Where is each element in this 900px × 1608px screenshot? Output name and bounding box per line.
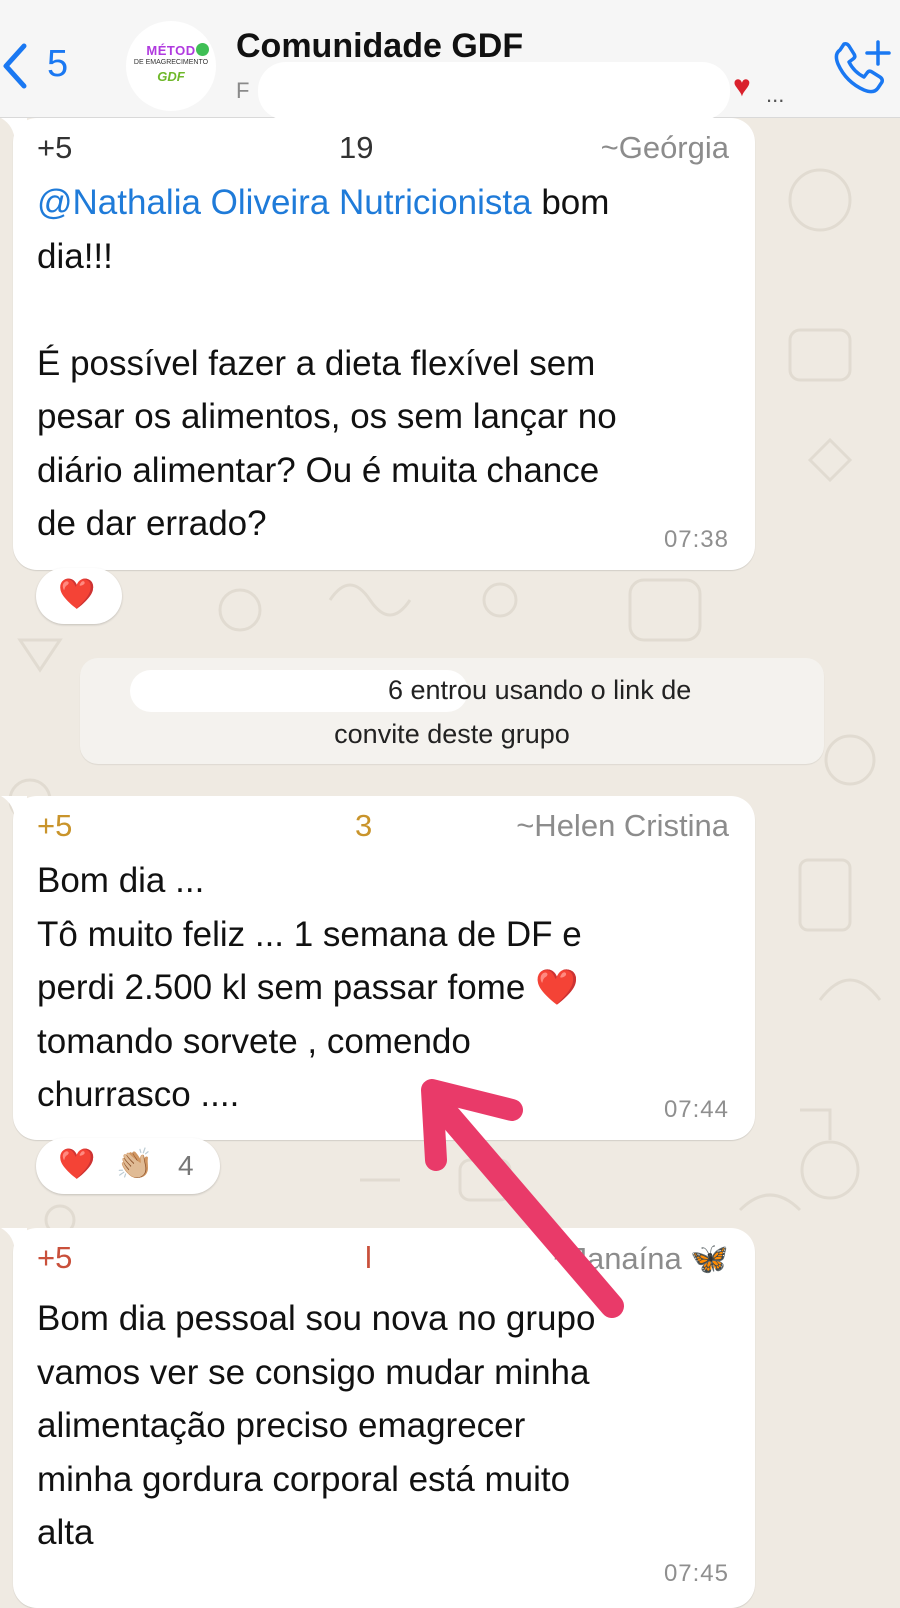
message-text-body: dia!!! É possível fazer a dieta flexível… <box>37 236 617 544</box>
system-message: 6 entrou usando o link de convite deste … <box>80 658 824 764</box>
sender-phone-end: l <box>365 1240 372 1275</box>
message-time: 07:38 <box>663 526 729 553</box>
reaction-pill[interactable]: ❤️ <box>36 568 122 624</box>
message-text: @Nathalia Oliveira Nutricionista bom dia… <box>37 176 735 551</box>
group-title[interactable]: Comunidade GDF <box>236 27 523 66</box>
sender-row: +5 3 ~Helen Cristina <box>37 808 729 850</box>
bubble-tail <box>1 1228 27 1254</box>
system-message-line2: convite deste grupo <box>334 719 570 749</box>
clap-reaction-icon: 👏🏼 <box>116 1148 154 1181</box>
reaction-pill[interactable]: ❤️ 👏🏼 4 <box>36 1138 220 1194</box>
bubble-tail <box>1 118 27 144</box>
bubble-tail <box>1 796 27 822</box>
redaction-mark <box>258 62 730 120</box>
heart-reaction-icon: ❤️ <box>58 578 96 611</box>
sender-alias: ~Geórgia <box>600 130 729 165</box>
heart-reaction-icon: ❤️ <box>58 1148 96 1181</box>
message-text-part: bom <box>531 183 610 222</box>
message-text: Bom dia ... Tô muito feliz ... 1 semana … <box>37 861 582 1114</box>
message-bubble[interactable]: +5 l ~Janaína 🦋 Bom dia pessoal sou nova… <box>1 1228 755 1608</box>
message-time: 07:44 <box>663 1096 729 1123</box>
system-message-line1-text: 6 entrou usando o link de <box>388 675 692 705</box>
sender-phone[interactable]: +5 <box>37 808 72 844</box>
message-bubble[interactable]: +5 3 ~Helen Cristina Bom dia ... Tô muit… <box>1 796 755 1140</box>
back-button[interactable]: 5 <box>0 36 85 96</box>
unread-count: 5 <box>47 43 69 85</box>
mention-link[interactable]: @Nathalia Oliveira Nutricionista <box>37 183 532 222</box>
sender-phone-end: 3 <box>355 808 373 843</box>
heart-icon: ♥ <box>733 70 751 103</box>
sender-phone-end: 19 <box>339 130 374 165</box>
chat-header: 5 MÉTOD DE EMAGRECIMENTO GDF Comunidade … <box>0 0 900 120</box>
sender-row: +5 19 ~Geórgia <box>37 130 729 172</box>
sender-phone[interactable]: +5 <box>37 130 72 166</box>
sender-phone[interactable]: +5 <box>37 1240 72 1276</box>
message-time: 07:45 <box>663 1560 729 1587</box>
message-text: Bom dia pessoal sou nova no grupo vamos … <box>37 1299 596 1552</box>
sender-row: +5 l ~Janaína 🦋 <box>37 1240 729 1282</box>
logo-brand: GDF <box>157 69 185 84</box>
subtitle-ellipsis: ... <box>766 82 785 107</box>
redaction-mark <box>77 1240 387 1280</box>
sender-alias-text: ~Janaína <box>553 1241 682 1276</box>
sender-alias: ~Janaína 🦋 <box>553 1240 729 1277</box>
logo-dot-icon <box>196 43 209 56</box>
group-avatar[interactable]: MÉTOD DE EMAGRECIMENTO GDF <box>126 21 216 111</box>
chevron-left-icon <box>3 43 27 89</box>
logo-subtext: DE EMAGRECIMENTO <box>133 59 209 66</box>
group-subtitle: F <box>236 78 250 103</box>
sender-alias: ~Helen Cristina <box>516 808 729 843</box>
system-message-line1: 6 entrou usando o link de <box>80 668 824 712</box>
reaction-count: 4 <box>178 1150 194 1181</box>
butterfly-icon: 🦋 <box>690 1241 729 1276</box>
add-call-icon[interactable] <box>826 36 900 96</box>
message-bubble[interactable]: +5 19 ~Geórgia @Nathalia Oliveira Nutric… <box>1 118 755 570</box>
